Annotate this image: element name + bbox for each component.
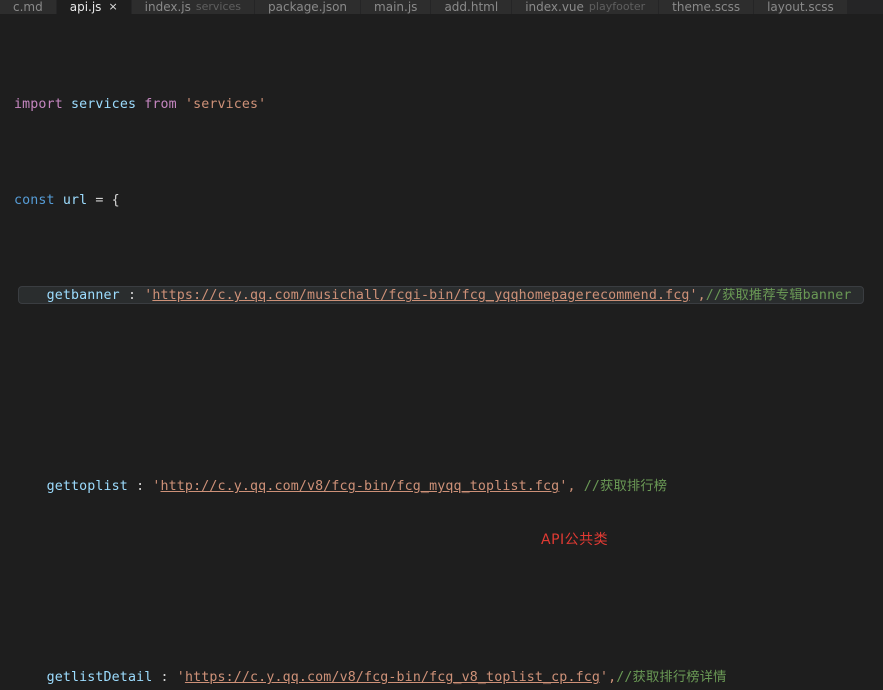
token-punct: = { <box>87 192 120 208</box>
token-punct: : <box>152 670 177 686</box>
tab-c-md[interactable]: c.md <box>0 0 57 14</box>
tab-main-js[interactable]: main.js <box>361 0 432 14</box>
token-blank <box>14 575 22 590</box>
tab-package-json[interactable]: package.json <box>255 0 362 14</box>
tab-label: api.js <box>69 0 102 14</box>
token-url[interactable]: https://c.y.qq.com/v8/fcg-bin/fcg_v8_top… <box>185 670 600 685</box>
code-editor[interactable]: import services from 'services' const ur… <box>0 15 883 690</box>
code-line: gettoplist : 'http://c.y.qq.com/v8/fcg-b… <box>0 477 883 496</box>
token-string: 'services' <box>184 97 267 113</box>
token-identifier: url <box>62 192 88 208</box>
editor-tab-bar: c.md api.js × index.js services package.… <box>0 0 883 15</box>
code-line: getlistDetail : 'https://c.y.qq.com/v8/f… <box>0 668 883 687</box>
tab-label: theme.scss <box>672 0 741 14</box>
tab-index-vue[interactable]: index.vue playfooter <box>512 0 660 14</box>
tab-label: index.vue <box>525 0 584 14</box>
token-url[interactable]: https://c.y.qq.com/musichall/fcgi-bin/fc… <box>152 288 689 303</box>
token-comment: //获取排行榜详情 <box>616 670 727 686</box>
code-content[interactable]: import services from 'services' const ur… <box>0 15 883 690</box>
token-blank <box>14 384 22 399</box>
red-annotation-label: API公共类 <box>541 532 609 548</box>
token-url[interactable]: http://c.y.qq.com/v8/fcg-bin/fcg_myqq_to… <box>161 479 560 494</box>
tab-index-js[interactable]: index.js services <box>131 0 256 14</box>
tab-sublabel: playfooter <box>588 0 646 13</box>
code-line: const url = { <box>0 191 883 210</box>
token-identifier: services <box>70 97 137 113</box>
tab-add-html[interactable]: add.html <box>431 0 513 14</box>
token-quote: ' <box>152 479 161 495</box>
token-punct: : <box>127 479 153 495</box>
token-punct: ', <box>689 288 706 304</box>
tab-api-js[interactable]: api.js × <box>56 0 132 14</box>
tab-sublabel: services <box>195 0 242 13</box>
token-keyword: from <box>144 97 177 113</box>
token-property: getbanner <box>46 288 120 304</box>
token-property: getlistDetail <box>46 670 153 686</box>
token-comment: //获取推荐专辑banner <box>705 288 852 304</box>
token-comment: //获取排行榜 <box>583 479 668 495</box>
tab-layout-scss[interactable]: layout.scss <box>754 0 848 14</box>
token-keyword: import <box>14 97 63 113</box>
tab-label: main.js <box>374 0 418 14</box>
tab-label: c.md <box>13 0 43 14</box>
code-line: import services from 'services' <box>0 95 883 114</box>
code-line-highlighted: getbanner : 'https://c.y.qq.com/musichal… <box>0 286 883 305</box>
token-property: gettoplist <box>46 479 128 495</box>
token-punct: ', <box>559 479 584 495</box>
tab-label: package.json <box>268 0 348 14</box>
token-quote: ' <box>176 670 185 686</box>
tab-theme-scss[interactable]: theme.scss <box>659 0 755 14</box>
tab-label: add.html <box>444 0 499 14</box>
token-punct: ', <box>600 670 617 686</box>
token-punct: : <box>119 288 145 304</box>
code-line-blank <box>0 382 883 401</box>
close-icon[interactable]: × <box>108 0 117 14</box>
tab-label: index.js <box>144 0 191 14</box>
code-line-blank <box>0 573 883 592</box>
token-keyword: const <box>14 192 55 208</box>
tab-label: layout.scss <box>767 0 834 14</box>
